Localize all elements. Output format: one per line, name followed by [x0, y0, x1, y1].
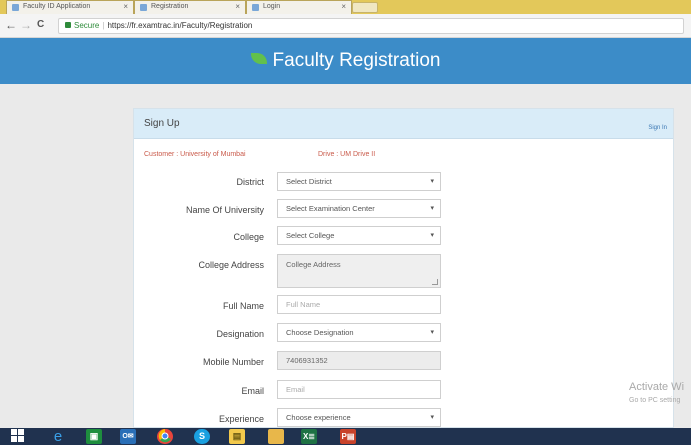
url-separator: |	[102, 21, 105, 30]
browser-tab-bar: Faculty ID Application × Registration × …	[0, 0, 691, 14]
tab-label: Login	[263, 3, 281, 10]
email-label: Email	[241, 386, 264, 396]
tab-login[interactable]: Login ×	[246, 0, 352, 14]
file-explorer-icon[interactable]: ▤	[229, 429, 245, 444]
close-tab-icon[interactable]: ×	[341, 2, 346, 11]
tab-label: Faculty ID Application	[23, 3, 91, 10]
back-arrow-icon[interactable]: ←	[5, 18, 17, 32]
panel-header: Sign Up Sign In	[134, 109, 673, 139]
designation-label: Designation	[216, 329, 264, 339]
email-input[interactable]: Email	[277, 380, 441, 399]
signup-panel: Sign Up Sign In Customer : University of…	[133, 108, 674, 428]
full-name-label: Full Name	[222, 301, 264, 311]
designation-select[interactable]: Choose Designation	[277, 323, 441, 342]
windows-start-icon[interactable]	[10, 429, 26, 444]
outlook-icon[interactable]: O✉	[120, 429, 136, 444]
reload-icon[interactable]: C	[37, 18, 44, 32]
favicon-icon	[252, 4, 259, 11]
store-icon[interactable]: ▣	[86, 429, 102, 444]
college-address-label: College Address	[198, 260, 264, 270]
windows-taskbar: e ▣ O✉ S ▤ X≣ P▤	[0, 428, 691, 445]
tab-label: Registration	[151, 3, 189, 10]
powerpoint-icon[interactable]: P▤	[340, 429, 356, 444]
url-text: https://fr.examtrac.in/Faculty/Registrat…	[107, 21, 253, 30]
district-label: District	[236, 177, 265, 187]
activate-windows-watermark: Activate Wi	[629, 381, 685, 393]
university-select[interactable]: Select Examination Center	[277, 199, 441, 218]
activate-windows-subtext: Go to PC setting	[629, 397, 681, 404]
page-title-text: Faculty Registration	[272, 50, 441, 71]
drive-info: Drive : UM Drive II	[318, 151, 376, 158]
college-select[interactable]: Select College	[277, 226, 441, 245]
tab-faculty-application[interactable]: Faculty ID Application ×	[6, 0, 134, 14]
folder-icon[interactable]	[268, 429, 284, 444]
college-address-textarea[interactable]: College Address	[277, 254, 441, 288]
customer-info: Customer : University of Mumbai	[144, 151, 246, 158]
leaf-logo-icon	[250, 53, 267, 65]
excel-icon[interactable]: X≣	[301, 429, 317, 444]
favicon-icon	[140, 4, 147, 11]
university-label: Name Of University	[185, 205, 264, 215]
college-label: College	[233, 232, 264, 242]
experience-label: Experience	[218, 414, 264, 424]
new-tab-button[interactable]	[352, 2, 378, 13]
resize-grip-icon[interactable]	[432, 279, 438, 285]
site-header: Faculty Registration	[0, 38, 691, 84]
secure-label: Secure	[74, 21, 100, 30]
address-bar-row: ← → C Secure | https://fr.examtrac.in/Facu…	[0, 14, 691, 38]
favicon-icon	[12, 4, 19, 11]
full-name-input[interactable]: Full Name	[277, 295, 441, 314]
mobile-number-input[interactable]: 7406931352	[277, 351, 441, 370]
mobile-number-label: Mobile Number	[202, 357, 264, 367]
skype-icon[interactable]: S	[194, 429, 210, 444]
tab-registration[interactable]: Registration ×	[134, 0, 246, 14]
lock-icon	[65, 21, 71, 28]
panel-title: Sign Up	[144, 118, 180, 129]
forward-arrow-icon[interactable]: →	[20, 18, 32, 32]
internet-explorer-icon[interactable]: e	[50, 429, 66, 444]
experience-select[interactable]: Choose experience	[277, 408, 441, 427]
close-tab-icon[interactable]: ×	[235, 2, 240, 11]
district-select[interactable]: Select District	[277, 172, 441, 191]
url-input[interactable]: Secure | https://fr.examtrac.in/Faculty/Re…	[58, 18, 684, 34]
page-title: Faculty Registration	[0, 50, 691, 72]
college-address-text: College Address	[286, 260, 341, 269]
close-tab-icon[interactable]: ×	[123, 2, 128, 11]
chrome-icon[interactable]	[157, 429, 173, 444]
sign-in-link[interactable]: Sign In	[648, 125, 667, 131]
